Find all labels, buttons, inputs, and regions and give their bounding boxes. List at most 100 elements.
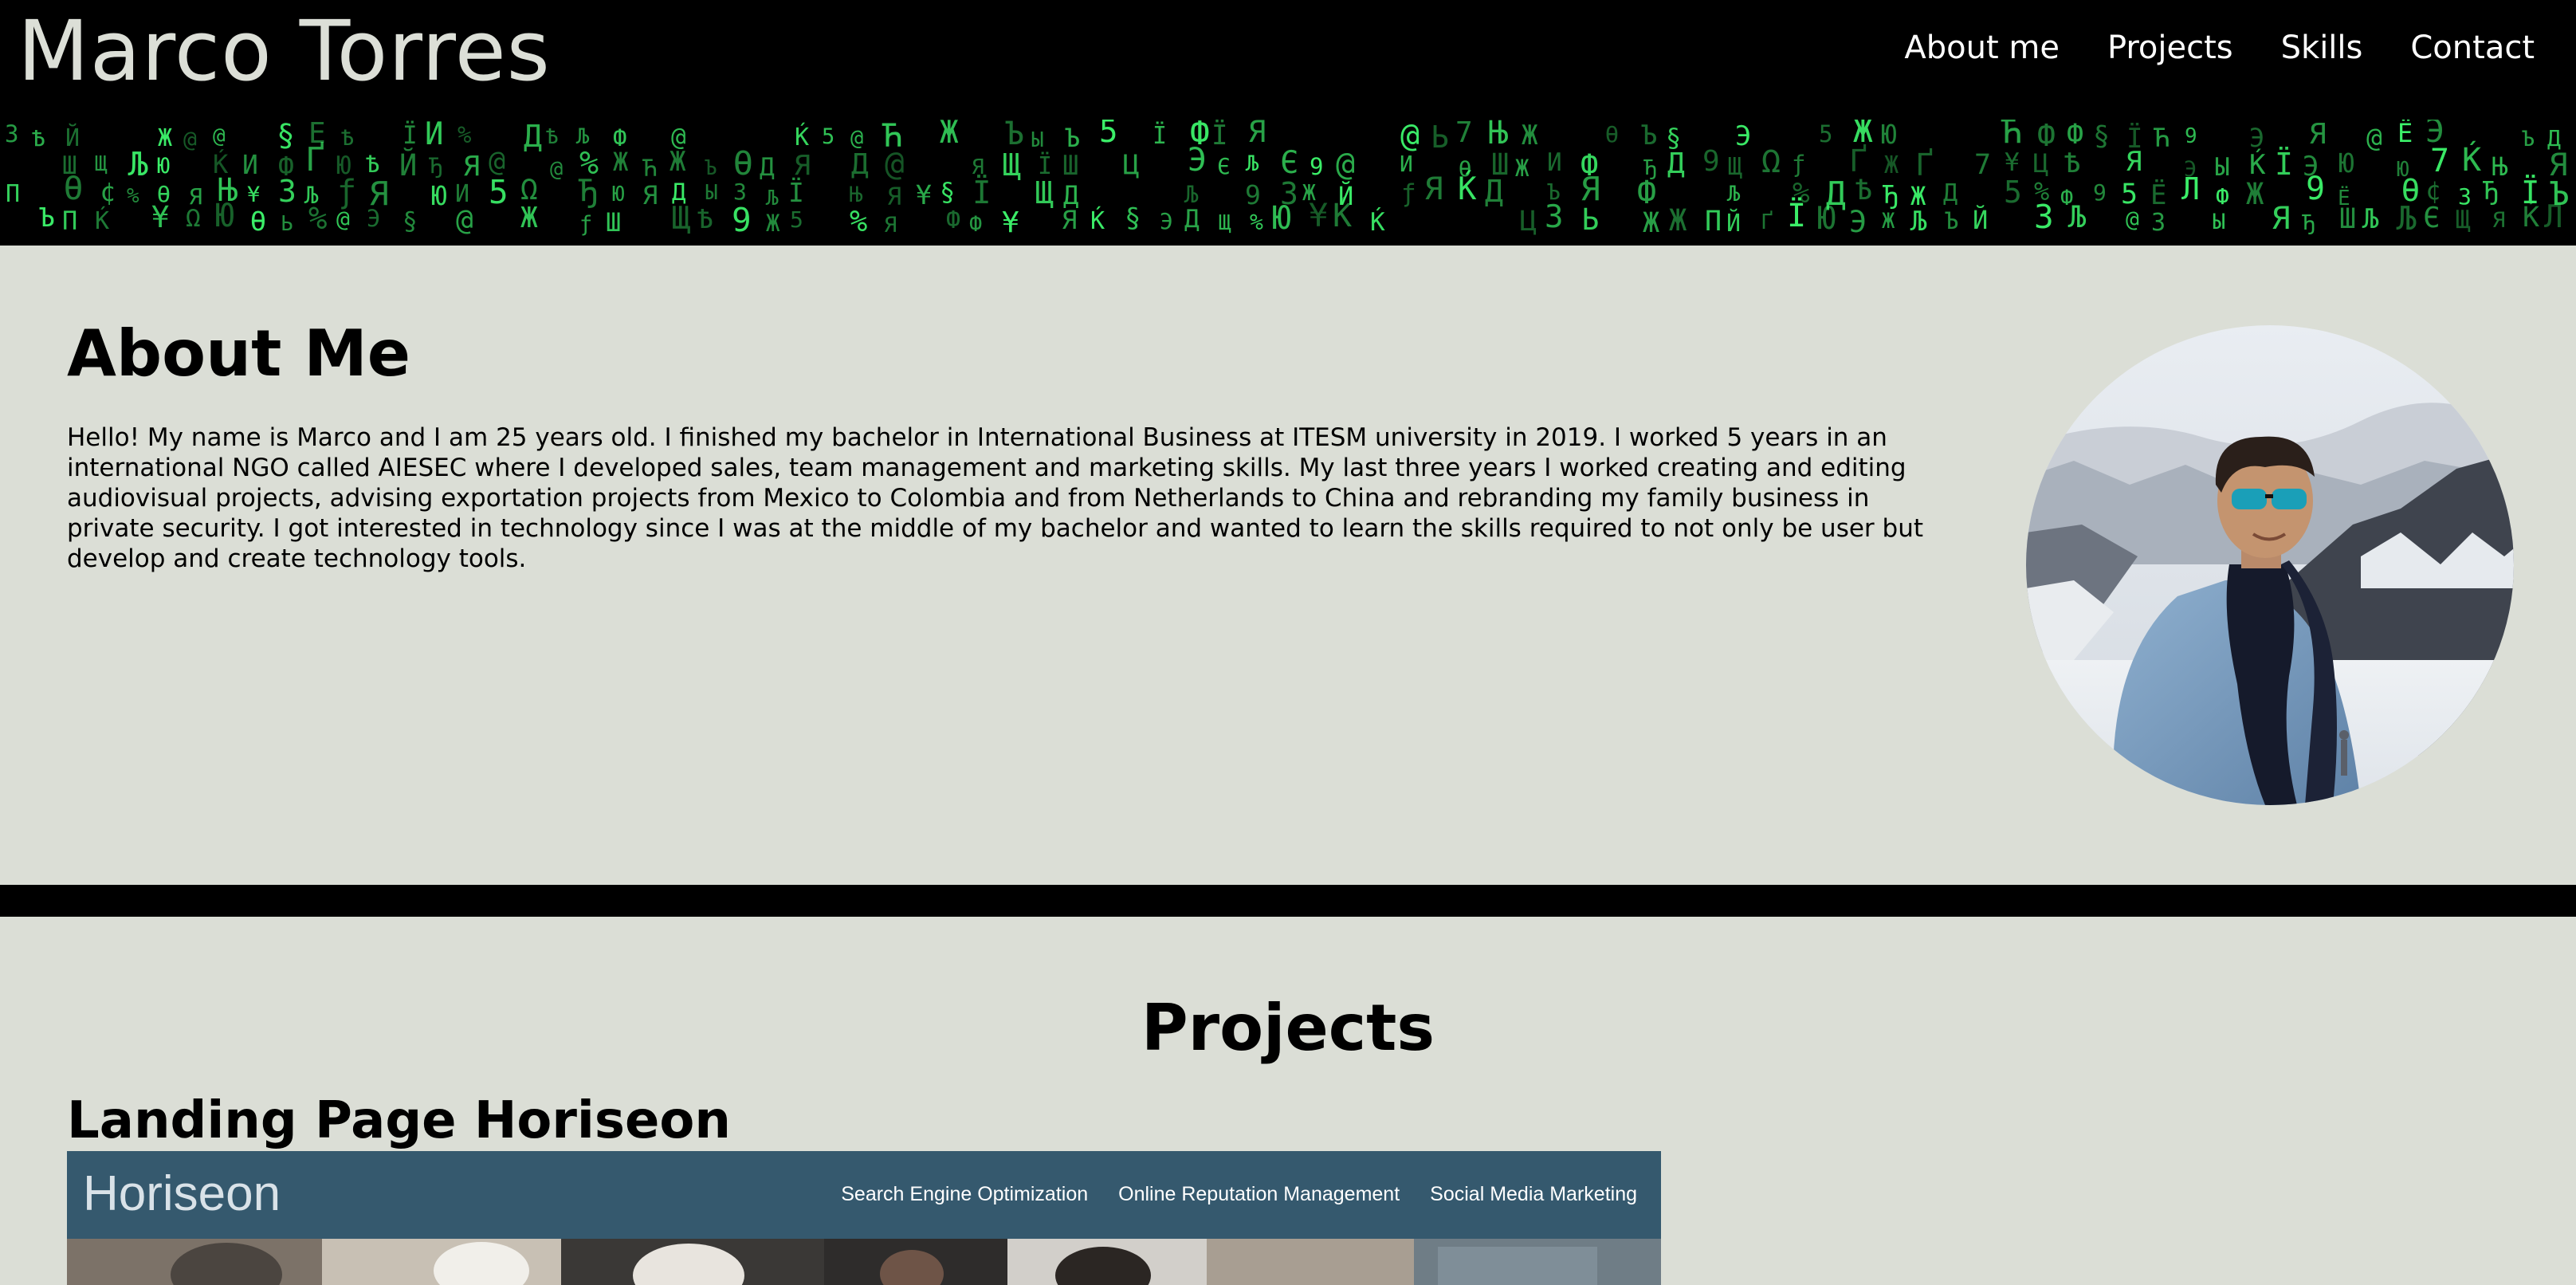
matrix-glyph: % [308,201,327,237]
matrix-glyph: Ѣ [697,203,713,234]
nav-link-skills[interactable]: Skills [2281,24,2363,72]
matrix-glyph: И [1547,148,1562,177]
matrix-glyph: Ґ [1761,210,1773,234]
matrix-glyph: @ [2126,206,2139,232]
matrix-glyph: Ґ [1849,143,1867,179]
matrix-glyph: § [2093,120,2110,152]
matrix-glyph: Ж [1882,209,1895,234]
matrix-glyph: Ш [606,207,621,238]
matrix-glyph: Є [1217,153,1231,179]
matrix-glyph: П [6,180,20,208]
matrix-glyph: Љ [128,145,148,183]
matrix-glyph: 5 [1819,120,1832,147]
matrix-glyph: Ѳ [733,144,753,183]
matrix-glyph: @ [1336,146,1355,183]
matrix-glyph: Ѣ [341,126,354,151]
matrix-glyph: Ж [670,146,686,178]
matrix-glyph: ¥ [2005,148,2020,177]
matrix-glyph: Ж [2246,177,2264,211]
matrix-glyph: Ќ [1458,170,1477,207]
matrix-glyph: З [2151,209,2166,237]
matrix-glyph: И [1400,151,1413,177]
matrix-glyph: Ї [402,121,418,150]
matrix-glyph: Ђ [429,154,442,179]
matrix-glyph: Љ [2067,200,2087,234]
matrix-glyph: 9 [1310,153,1323,180]
matrix-glyph: Љ [1184,181,1199,208]
matrix-glyph: Ω [1761,143,1781,180]
matrix-glyph: Ю [431,180,447,211]
matrix-glyph: Л [2181,171,2200,206]
matrix-glyph: Д [760,153,775,182]
matrix-glyph: Ю [1817,201,1836,237]
matrix-glyph: ¥ [1002,206,1019,239]
matrix-glyph: ƒ [1792,151,1805,178]
matrix-glyph: Ы [705,181,718,205]
matrix-glyph: Ѳ [250,206,266,237]
matrix-glyph: Ђ [2483,177,2499,206]
matrix-glyph: Я [642,180,658,210]
matrix-glyph: Ц [1123,149,1139,181]
preview-header: Horiseon Search Engine Optimization Onli… [67,1151,1661,1239]
matrix-glyph: 5 [822,124,834,149]
matrix-glyph: Ћ [2153,123,2170,153]
matrix-glyph: Й [399,147,417,183]
matrix-glyph: Ж [940,120,959,151]
matrix-glyph: Ъ [705,156,717,180]
profile-photo [2026,325,2514,805]
matrix-glyph: Ћ [642,155,657,182]
matrix-glyph: @ [550,157,563,182]
about-heading: About Me [67,316,411,391]
matrix-glyph: Ц [1520,206,1537,238]
matrix-glyph: Ѳ [64,171,83,207]
matrix-glyph: Я [884,213,897,238]
matrix-glyph: Ж [1643,207,1659,239]
matrix-glyph: Ѣ [1855,175,1872,206]
nav-link-contact[interactable]: Contact [2410,24,2535,72]
matrix-glyph: @ [336,206,350,232]
matrix-glyph: § [277,120,295,153]
matrix-glyph: Ь [1581,202,1599,237]
about-section: About Me Hello! My name is Marco and I a… [0,246,2576,885]
matrix-code-banner: З П Ѣ Ъ Й Ш Ѳ П Щ ¢ Ќ Љ% Ж Ю Ѳ ¥ @ Я Ω @ Ќ Њ Ю И ¥ Ѳ § Ф З Ь Ё Ґ Љ% Ѣ Юƒ @ Ѣ… [0,120,2576,246]
matrix-glyph: 5 [489,173,509,211]
nav-link-projects[interactable]: Projects [2107,24,2233,72]
matrix-glyph: Щ [1219,211,1231,235]
matrix-glyph: Ы [2215,153,2230,182]
matrix-glyph: Ш [2339,203,2356,235]
matrix-glyph: Щ [2456,206,2471,234]
matrix-glyph: ƒ [579,212,592,237]
preview-nav-item: Search Engine Optimization [841,1183,1089,1205]
matrix-glyph: Я [2272,201,2290,237]
matrix-glyph: Я [463,151,480,183]
matrix-glyph: Ќ [2523,200,2539,234]
matrix-glyph: Ф [2067,120,2083,151]
matrix-glyph: Ё [2150,179,2166,211]
matrix-glyph: Щ [1003,147,1021,183]
matrix-glyph: Ф [946,206,960,234]
nav-link-about-me[interactable]: About me [1904,24,2060,72]
matrix-glyph: @ [456,204,473,237]
matrix-glyph: 7 [2430,143,2449,179]
matrix-glyph: § [1125,202,1141,234]
matrix-glyph: Ж [1669,203,1687,238]
matrix-glyph: Ю [1272,200,1291,237]
matrix-glyph: @ [183,126,197,152]
matrix-glyph: 5 [2004,175,2022,210]
projects-heading: Projects [1141,991,1435,1065]
preview-logo: Horiseon [83,1166,281,1221]
matrix-glyph: Д [1184,205,1200,234]
matrix-glyph: Ъ [2522,127,2535,151]
matrix-glyph: @ [213,124,226,148]
matrix-glyph: Э [1188,142,1207,179]
matrix-glyph: Д [524,120,542,154]
profile-photo-image [2026,325,2514,805]
project-preview-image[interactable]: Horiseon Search Engine Optimization Onli… [67,1151,1661,1285]
matrix-glyph: Ё [2397,120,2413,148]
matrix-glyph: Д [1943,179,1958,207]
matrix-glyph: Ю [2338,147,2354,179]
matrix-glyph: Я [2492,208,2505,233]
matrix-glyph: Ѣ [2064,147,2080,179]
matrix-glyph: Л [2544,199,2562,235]
preview-nav-item: Social Media Marketing [1430,1183,1637,1205]
